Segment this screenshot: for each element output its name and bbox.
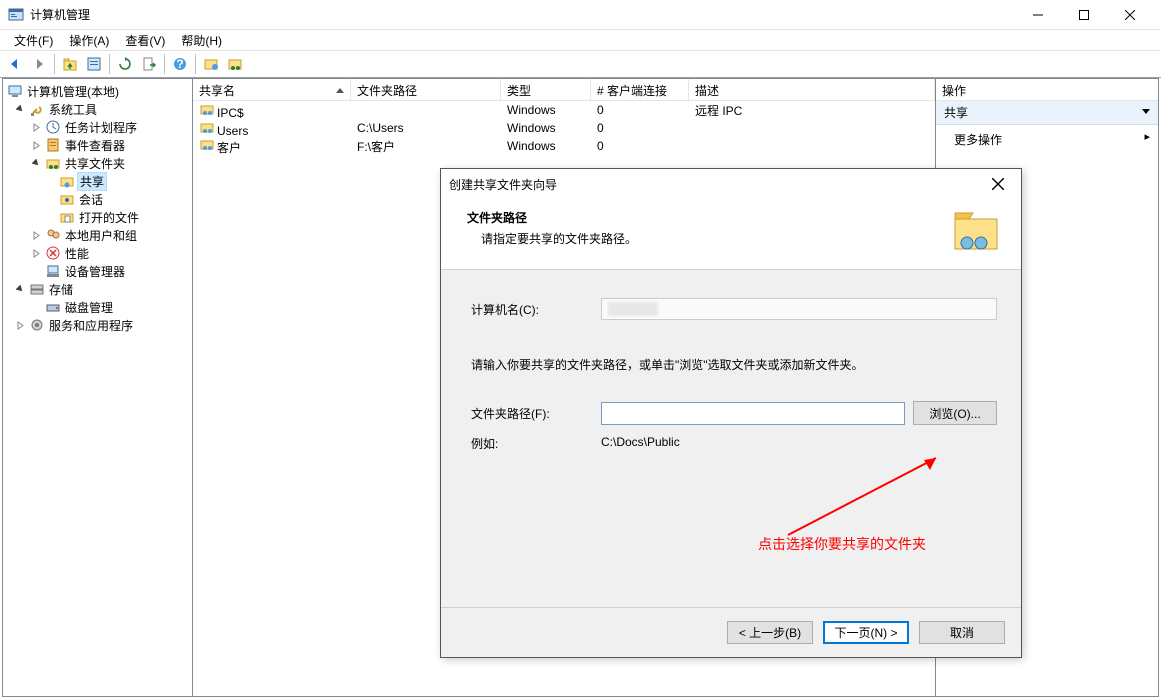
menu-action[interactable]: 操作(A) (61, 30, 117, 51)
wizard-back-button[interactable]: < 上一步(B) (727, 621, 813, 644)
disk-icon (45, 299, 61, 315)
storage-icon (29, 281, 45, 297)
wizard-heading: 文件夹路径 (467, 209, 951, 230)
share-icon (199, 119, 215, 135)
window-close-button[interactable] (1107, 0, 1153, 30)
wizard-cancel-button[interactable]: 取消 (919, 621, 1005, 644)
wizard-instruction: 请输入你要共享的文件夹路径，或单击"浏览"选取文件夹或添加新文件夹。 (471, 356, 997, 373)
example-label: 例如: (471, 435, 601, 452)
tree-root[interactable]: 计算机管理(本地) (5, 82, 190, 100)
actions-more[interactable]: 更多操作 (936, 125, 1158, 154)
tree-system-tools[interactable]: 系统工具 (5, 100, 190, 118)
toolbar-share-wizard-button[interactable] (224, 53, 246, 75)
toolbar-properties-button[interactable] (83, 53, 105, 75)
column-name[interactable]: 共享名 (193, 79, 351, 100)
share-icon (199, 101, 215, 117)
list-header: 共享名 文件夹路径 类型 # 客户端连接 描述 (193, 79, 935, 101)
column-type[interactable]: 类型 (501, 79, 591, 100)
toolbar: ? (0, 50, 1161, 78)
clock-icon (45, 119, 61, 135)
wizard-folder-icon (951, 209, 1001, 255)
tree-shared-folders[interactable]: 共享文件夹 (5, 154, 190, 172)
tree-storage[interactable]: 存储 (5, 280, 190, 298)
expand-icon[interactable] (29, 228, 43, 242)
table-row[interactable]: IPC$Windows0远程 IPC (193, 101, 935, 119)
browse-button[interactable]: 浏览(O)... (913, 401, 997, 425)
shares-icon (59, 173, 75, 189)
open-files-icon (59, 209, 75, 225)
window-maximize-button[interactable] (1061, 0, 1107, 30)
shared-folder-icon (45, 155, 61, 171)
column-description[interactable]: 描述 (689, 79, 935, 100)
computer-name-field (601, 298, 997, 320)
toolbar-forward-button[interactable] (28, 53, 50, 75)
performance-icon (45, 245, 61, 261)
column-path[interactable]: 文件夹路径 (351, 79, 501, 100)
menu-bar: 文件(F) 操作(A) 查看(V) 帮助(H) (0, 30, 1161, 50)
wizard-subheading: 请指定要共享的文件夹路径。 (467, 230, 951, 247)
computer-icon (7, 83, 23, 99)
toolbar-up-button[interactable] (59, 53, 81, 75)
computer-name-label: 计算机名(C): (471, 301, 601, 318)
column-connections[interactable]: # 客户端连接 (591, 79, 689, 100)
tree-sessions[interactable]: 会话 (5, 190, 190, 208)
users-icon (45, 227, 61, 243)
tree-shares[interactable]: 共享 (5, 172, 190, 190)
wizard-close-button[interactable] (983, 178, 1013, 190)
tree-performance[interactable]: 性能 (5, 244, 190, 262)
actions-section-shares[interactable]: 共享 (936, 101, 1158, 125)
table-row[interactable]: 客户F:\客户Windows0 (193, 137, 935, 155)
tools-icon (29, 101, 45, 117)
table-row[interactable]: UsersC:\UsersWindows0 (193, 119, 935, 137)
device-icon (45, 263, 61, 279)
create-share-wizard-dialog: 创建共享文件夹向导 文件夹路径 请指定要共享的文件夹路径。 计算机名(C): 请… (440, 168, 1022, 658)
expand-icon[interactable] (13, 318, 27, 332)
tree-local-users[interactable]: 本地用户和组 (5, 226, 190, 244)
sessions-icon (59, 191, 75, 207)
wizard-titlebar[interactable]: 创建共享文件夹向导 (441, 169, 1021, 199)
navigation-tree[interactable]: 计算机管理(本地) 系统工具 任务计划程序 事件查看器 共享文件夹 (3, 79, 193, 696)
folder-path-label: 文件夹路径(F): (471, 405, 601, 422)
toolbar-new-share-button[interactable] (200, 53, 222, 75)
toolbar-refresh-button[interactable] (114, 53, 136, 75)
actions-header: 操作 (936, 79, 1158, 101)
app-icon (8, 7, 24, 23)
tree-open-files[interactable]: 打开的文件 (5, 208, 190, 226)
toolbar-back-button[interactable] (4, 53, 26, 75)
menu-file[interactable]: 文件(F) (6, 30, 61, 51)
wizard-title: 创建共享文件夹向导 (449, 176, 983, 193)
svg-text:?: ? (176, 57, 183, 71)
menu-help[interactable]: 帮助(H) (173, 30, 230, 51)
tree-device-manager[interactable]: 设备管理器 (5, 262, 190, 280)
menu-view[interactable]: 查看(V) (117, 30, 173, 51)
toolbar-help-button[interactable]: ? (169, 53, 191, 75)
window-titlebar: 计算机管理 (0, 0, 1161, 30)
annotation-text: 点击选择你要共享的文件夹 (758, 534, 926, 554)
expand-icon[interactable] (29, 246, 43, 260)
tree-services-apps[interactable]: 服务和应用程序 (5, 316, 190, 334)
tree-disk-mgmt[interactable]: 磁盘管理 (5, 298, 190, 316)
window-minimize-button[interactable] (1015, 0, 1061, 30)
event-icon (45, 137, 61, 153)
tree-task-scheduler[interactable]: 任务计划程序 (5, 118, 190, 136)
tree-event-viewer[interactable]: 事件查看器 (5, 136, 190, 154)
wizard-next-button[interactable]: 下一页(N) > (823, 621, 909, 644)
services-icon (29, 317, 45, 333)
toolbar-export-button[interactable] (138, 53, 160, 75)
expand-icon[interactable] (29, 138, 43, 152)
window-title: 计算机管理 (30, 6, 1015, 23)
share-icon (199, 136, 215, 152)
collapse-icon[interactable] (13, 282, 27, 296)
expand-icon[interactable] (29, 120, 43, 134)
collapse-icon[interactable] (29, 156, 43, 170)
folder-path-input[interactable] (601, 402, 905, 425)
collapse-icon[interactable] (13, 102, 27, 116)
example-value: C:\Docs\Public (601, 435, 680, 452)
